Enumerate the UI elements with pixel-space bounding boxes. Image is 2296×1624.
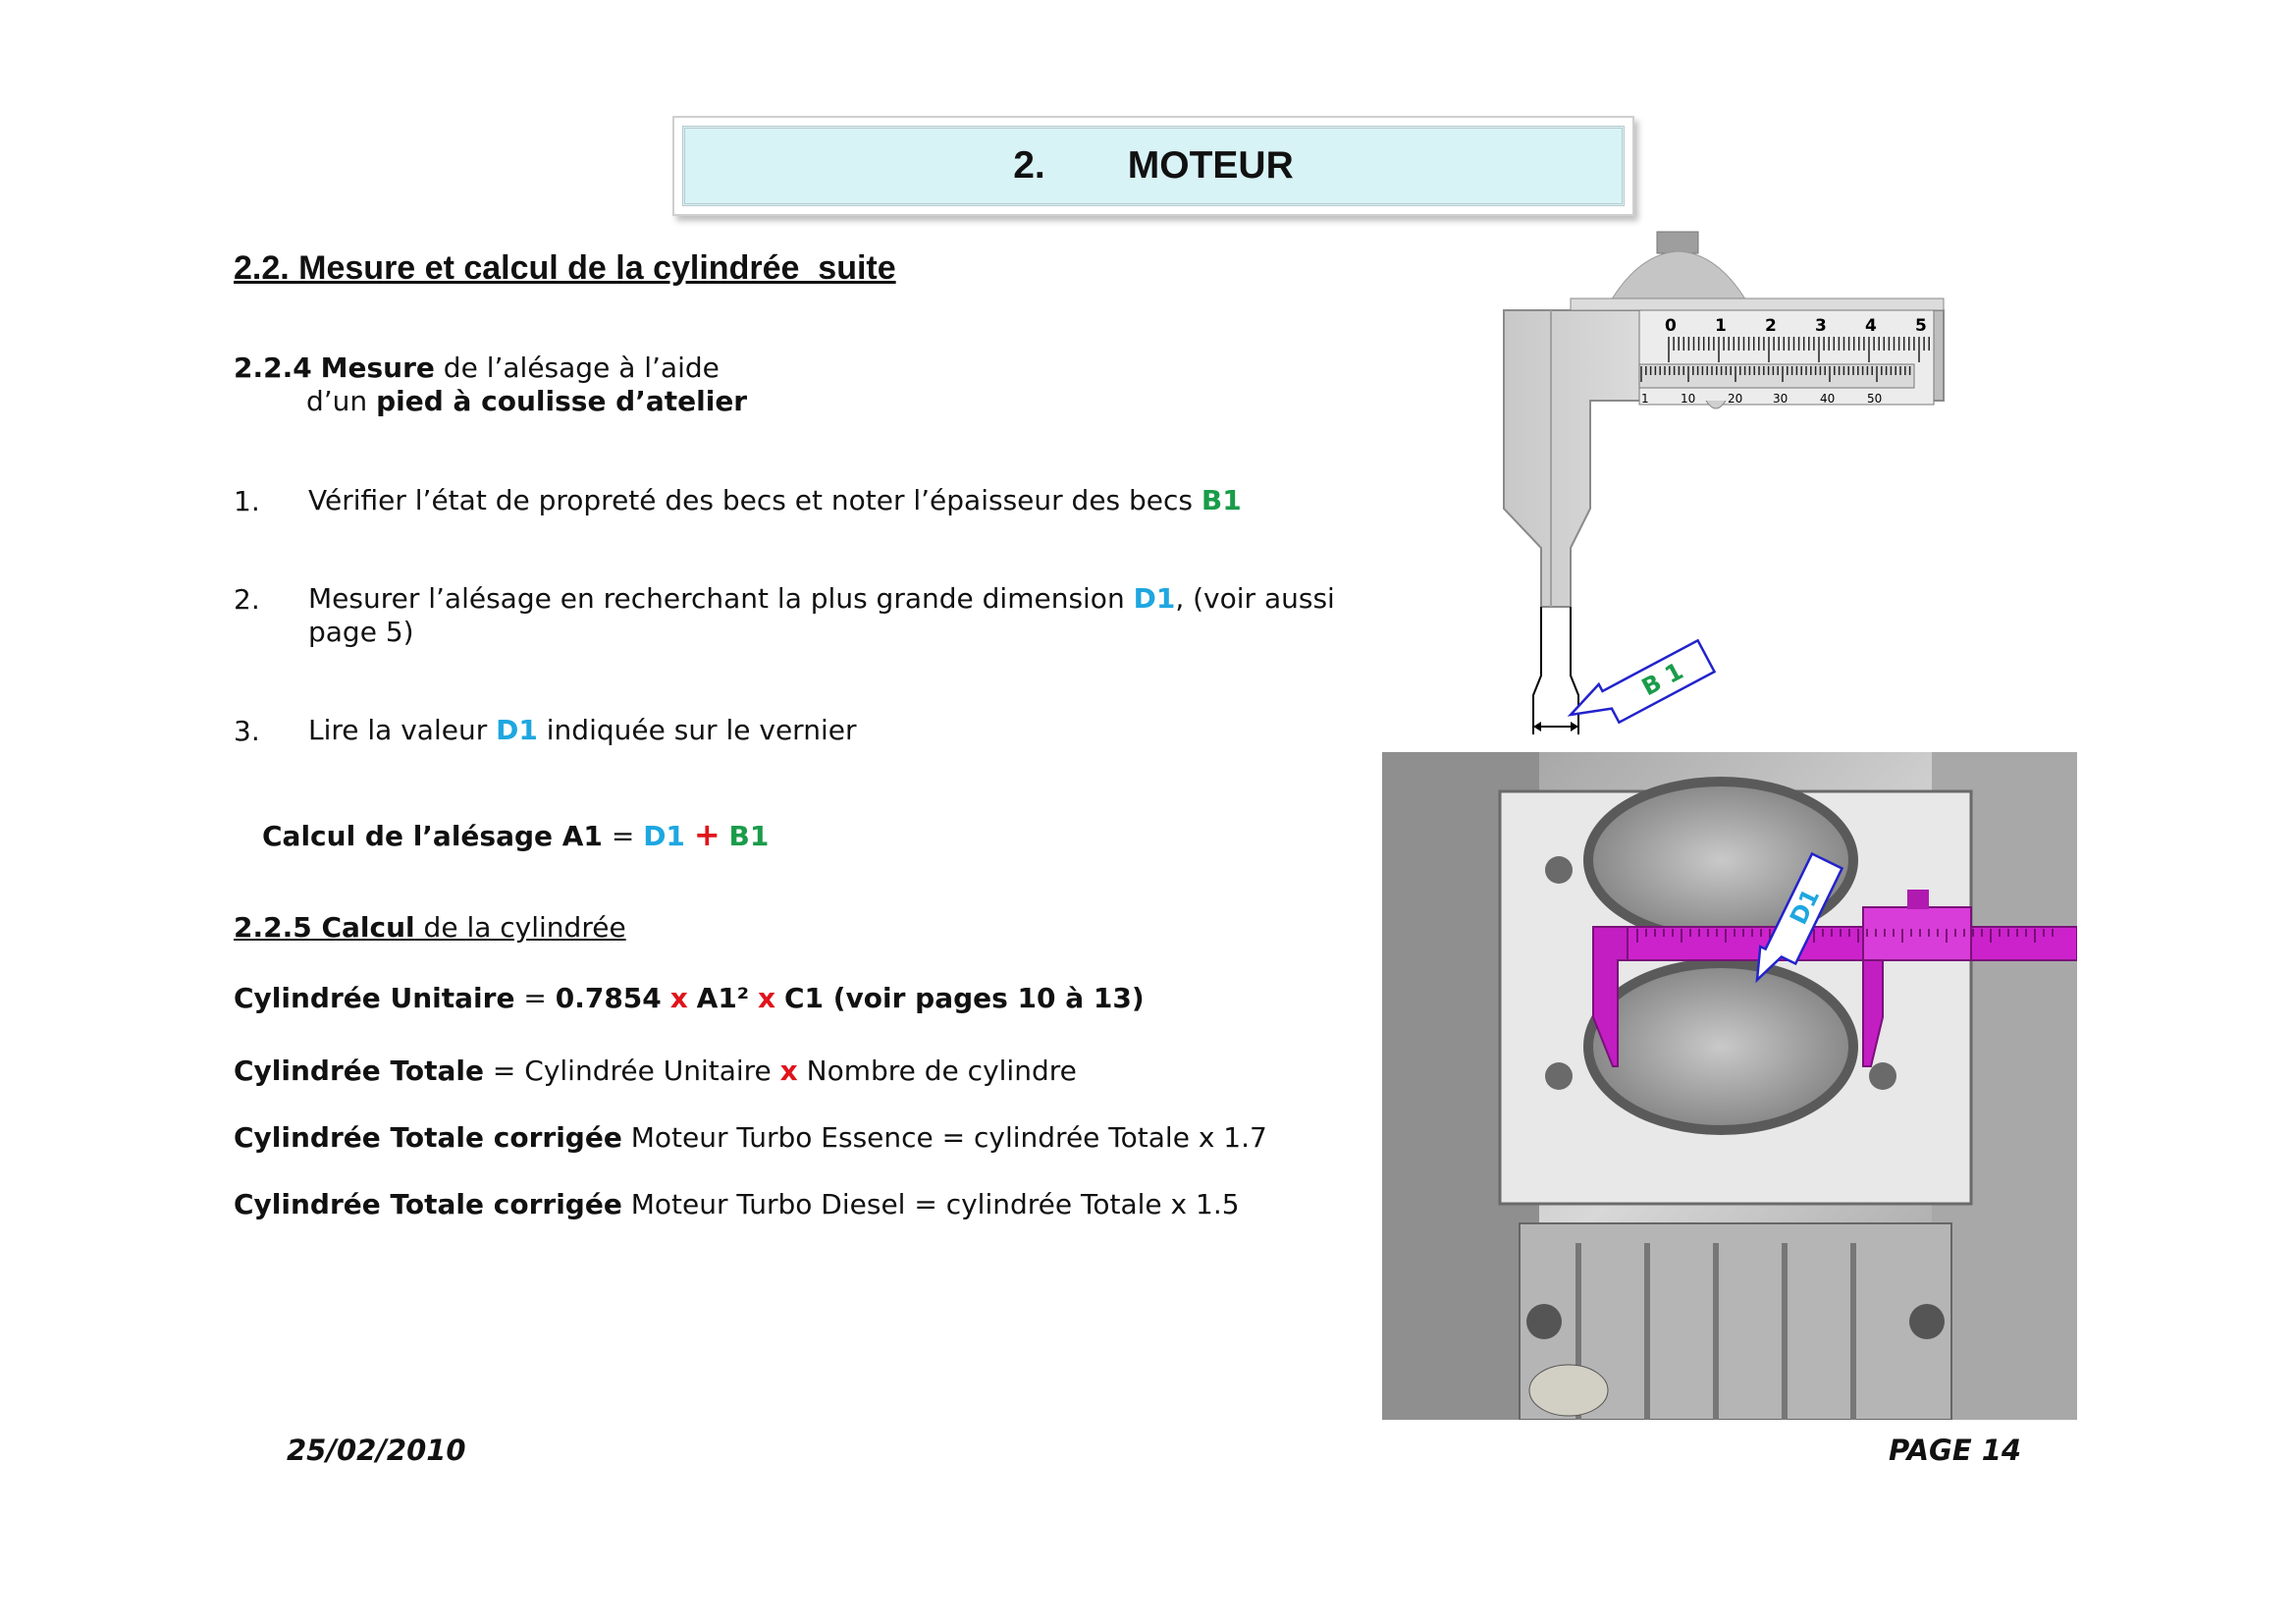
drain-plug [1528,1364,1609,1417]
formula-totale-rest2: Nombre de cylindre [797,1055,1077,1087]
step-3-number: 3. [234,715,260,747]
sub-225-bold: 2.2.5 Calcul [234,911,415,944]
bolt-hole-top-left [1545,856,1573,884]
step-1-number: 1. [234,485,260,517]
step-2-text: Mesurer l’alésage en recherchant la plus… [308,582,1134,615]
bolt-boss-left [1526,1304,1562,1339]
step-3-after: indiquée sur le vernier [537,714,857,746]
vernier-label-50: 50 [1867,392,1882,406]
sub-224-mesure: Mesure [320,352,435,384]
step-1: Vérifier l’état de propreté des becs et … [308,484,1242,517]
step-2-tag: D1 [1133,582,1176,615]
formula-unitaire-eq: = [514,982,556,1014]
vernier-label-20: 20 [1728,392,1742,406]
b1-tag-arrow [1567,638,1717,725]
sub-224-num: 2.2.4 [234,352,312,384]
formula-unitaire-x2: x [757,982,776,1014]
step-2-after: , (voir aussi [1175,582,1335,615]
caliper-jaw-left [1532,607,1542,734]
vernier-label-1: 1 [1641,392,1649,406]
cylinder-bore-2 [1583,958,1858,1135]
sub-224-line1: 2.2.4 Mesure de l’alésage à l’aide [234,352,720,385]
chapter-number: 2. [1013,144,1045,187]
calc-alesage-b1: B1 [728,820,770,852]
caliper-scale-label-4: 4 [1865,316,1877,336]
caliper-scale-label-3: 3 [1815,316,1827,336]
formula-totale-x: x [779,1055,798,1087]
formula-unitaire: Cylindrée Unitaire = 0.7854 x A1² x C1 (… [234,982,1145,1015]
sub-225: 2.2.5 Calcul de la cylindrée [234,911,626,945]
chapter-title: MOTEUR [1127,144,1294,187]
bolt-hole-right [1869,1062,1896,1090]
caliper-vernier [1638,363,1915,389]
formula-essence: Cylindrée Totale corrigée Moteur Turbo E… [234,1121,1267,1155]
formula-unitaire-x1: x [669,982,688,1014]
formula-totale-rest1: = Cylindrée Unitaire [484,1055,780,1087]
step-3-tag: D1 [496,714,538,746]
formula-totale-label: Cylindrée Totale [234,1055,484,1087]
formula-unitaire-coef: 0.7854 [555,982,662,1014]
caliper-scale-label-0: 0 [1665,316,1677,336]
sub-224-line2: d’un pied à coulisse d’atelier [306,385,747,418]
vernier-label-30: 30 [1773,392,1788,406]
formula-totale: Cylindrée Totale = Cylindrée Unitaire x … [234,1055,1077,1088]
tool-beam [1592,926,2077,961]
vernier-label-10: 10 [1681,392,1695,406]
formula-unitaire-a1: A1² [696,982,750,1014]
formula-essence-rest: Moteur Turbo Essence = cylindrée Totale … [621,1121,1267,1154]
step-1-text: Vérifier l’état de propreté des becs et … [308,484,1201,516]
calc-alesage-plus: + [693,816,721,853]
chapter-banner-inner: 2. MOTEUR [682,126,1625,206]
engine-block-illustration: D1 [1382,752,2077,1420]
caliper-knob [1656,231,1699,254]
sub-224-prefix: d’un [306,385,377,417]
caliper-beam [1570,298,1945,311]
step-1-tag: B1 [1201,484,1242,516]
step-3-before: Lire la valeur [308,714,497,746]
footer-page: PAGE 14 [1889,1434,2022,1467]
caliper-scale-label-5: 5 [1915,316,1927,336]
bolt-boss-right [1909,1304,1945,1339]
formula-diesel: Cylindrée Totale corrigée Moteur Turbo D… [234,1188,1240,1221]
calc-alesage-label: Calcul de l’alésage A1 [262,820,603,852]
chapter-banner: 2. MOTEUR [672,116,1634,216]
caliper-scale-label-1: 1 [1715,316,1727,336]
formula-unitaire-rest: C1 (voir pages 10 à 13) [783,982,1145,1014]
footer-date: 25/02/2010 [287,1434,466,1467]
formula-unitaire-label: Cylindrée Unitaire [234,982,515,1014]
formula-diesel-label: Cylindrée Totale corrigée [234,1188,622,1220]
sub-224-rest: de l’alésage à l’aide [434,352,720,384]
formula-essence-label: Cylindrée Totale corrigée [234,1121,622,1154]
formula-diesel-rest: Moteur Turbo Diesel = cylindrée Totale x… [621,1188,1240,1220]
step-3: Lire la valeur D1 indiquée sur le vernie… [308,714,856,747]
calc-alesage-eq: = [602,820,644,852]
bolt-hole-left [1545,1062,1573,1090]
vernier-label-40: 40 [1820,392,1835,406]
sub-225-rest: de la cylindrée [414,911,626,944]
caliper-illustration: 0 1 2 3 4 5 1 10 20 30 40 50 B 1 [1503,231,1945,734]
tool-knob [1907,890,1929,909]
section-title: 2.2. Mesure et calcul de la cylindrée su… [234,249,896,287]
caliper-scale-label-2: 2 [1765,316,1777,336]
sub-224-tool: pied à coulisse d’atelier [376,385,748,417]
caliper-thumb [1705,400,1727,409]
calc-alesage: Calcul de l’alésage A1 = D1 + B1 [262,818,769,853]
step-2-number: 2. [234,583,260,616]
step-2-line2: page 5) [308,616,414,648]
caliper-scale-plate [1638,309,1935,406]
step-2: Mesurer l’alésage en recherchant la plus… [308,582,1335,616]
caliper-slider-head [1609,250,1748,303]
calc-alesage-d1: D1 [643,820,685,852]
b1-tag: B 1 [1567,638,1717,725]
